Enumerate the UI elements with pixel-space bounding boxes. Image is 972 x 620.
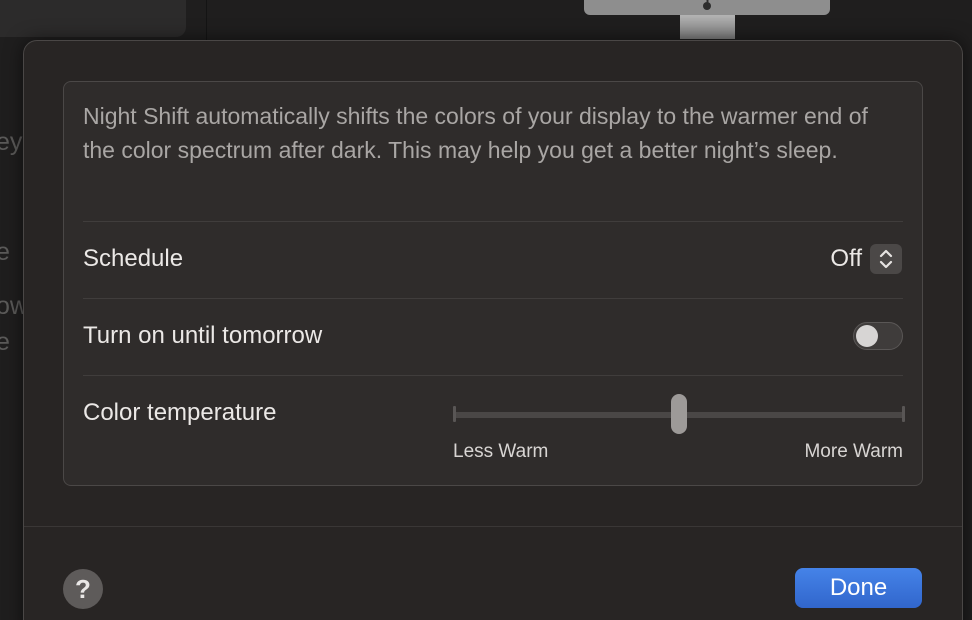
turn-on-toggle[interactable] bbox=[853, 322, 903, 350]
display-stand bbox=[680, 15, 735, 39]
slider-tick bbox=[453, 406, 456, 422]
background-text: e bbox=[0, 238, 10, 266]
night-shift-description: Night Shift automatically shifts the col… bbox=[83, 103, 868, 163]
color-temperature-slider[interactable] bbox=[453, 392, 905, 436]
color-temperature-label: Color temperature bbox=[83, 399, 277, 426]
toggle-knob bbox=[856, 325, 878, 347]
slider-max-label: More Warm bbox=[804, 441, 903, 462]
footer-separator bbox=[24, 526, 962, 527]
background-panel bbox=[0, 0, 186, 37]
background-text: ey bbox=[0, 128, 23, 156]
background-text: e bbox=[0, 328, 10, 356]
slider-thumb[interactable] bbox=[671, 394, 687, 434]
turn-on-label: Turn on until tomorrow bbox=[83, 322, 323, 349]
row-separator bbox=[83, 298, 903, 299]
done-button[interactable]: Done bbox=[795, 568, 922, 608]
schedule-label: Schedule bbox=[83, 245, 184, 272]
night-shift-sheet: Night Shift automatically shifts the col… bbox=[23, 40, 963, 620]
slider-min-label: Less Warm bbox=[453, 441, 549, 462]
night-shift-settings-group: Night Shift automatically shifts the col… bbox=[63, 81, 923, 486]
help-button[interactable]: ? bbox=[63, 569, 103, 609]
apple-logo-icon bbox=[701, 0, 713, 11]
row-separator bbox=[83, 221, 903, 222]
schedule-value: Off bbox=[830, 245, 862, 272]
schedule-popup[interactable]: Off bbox=[830, 244, 902, 274]
background-divider bbox=[206, 0, 207, 40]
slider-tick bbox=[902, 406, 905, 422]
row-separator bbox=[83, 375, 903, 376]
up-down-chevron-icon[interactable] bbox=[870, 244, 902, 274]
screen: ey e ow e Night Shift automatically shif… bbox=[0, 0, 972, 620]
